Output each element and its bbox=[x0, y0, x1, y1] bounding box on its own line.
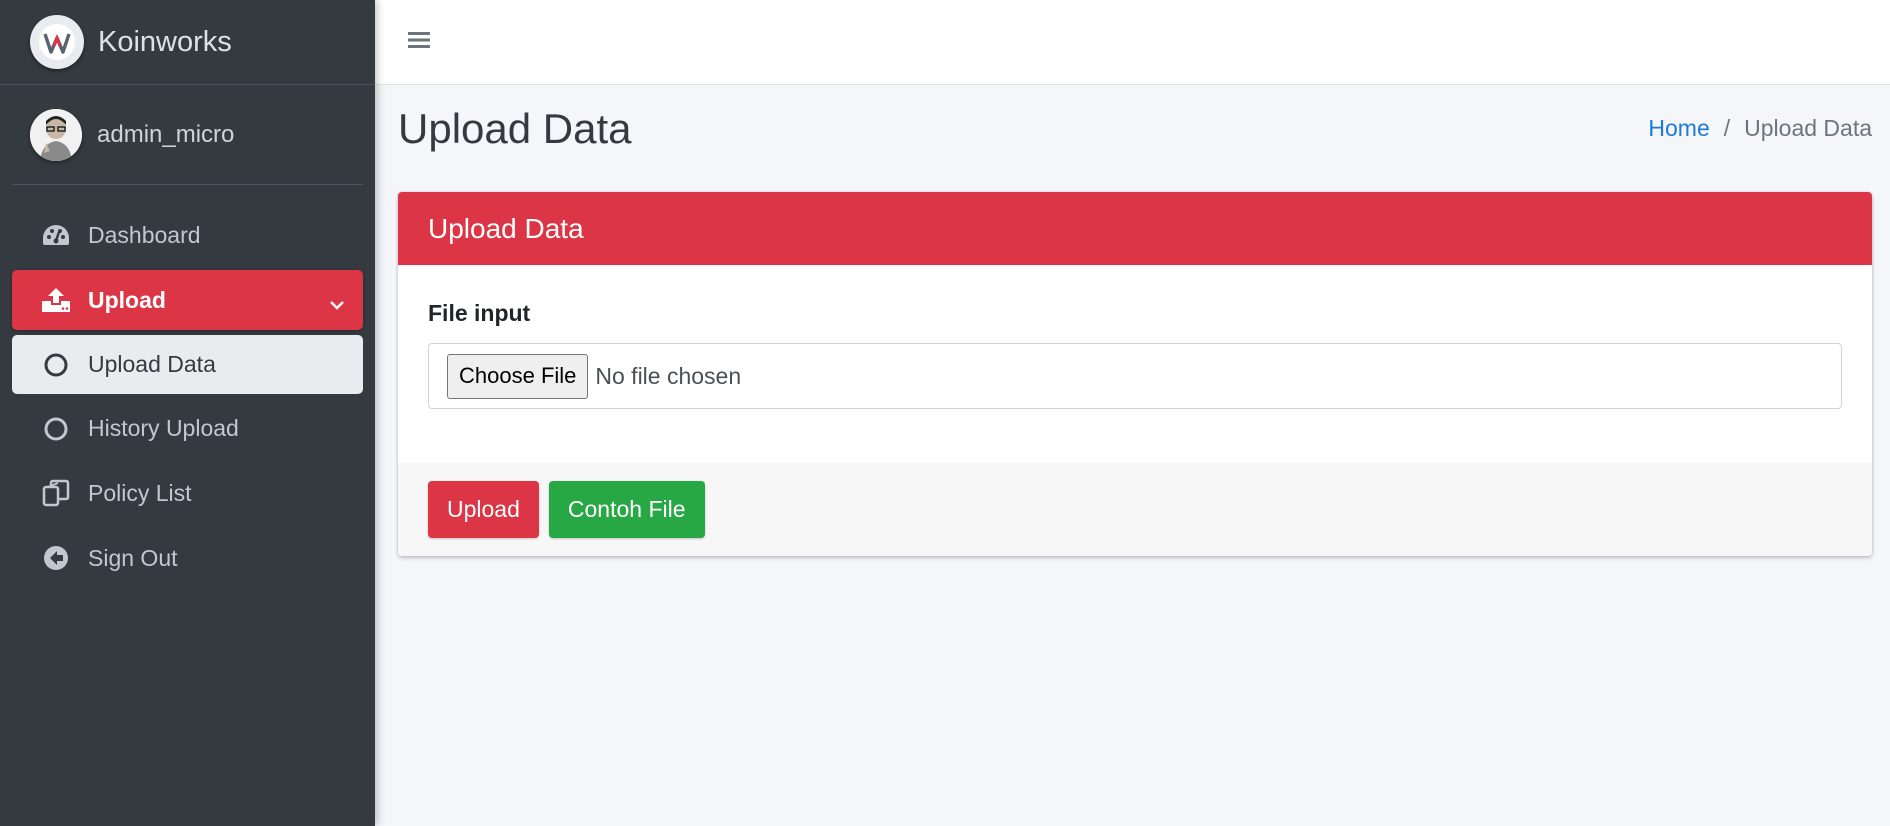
sidebar-item-upload-data[interactable]: Upload Data bbox=[12, 335, 363, 394]
hamburger-icon[interactable] bbox=[408, 30, 430, 55]
breadcrumb-home-link[interactable]: Home bbox=[1648, 115, 1709, 142]
main-sidebar: Koinworks admin_micro Dashboard Upload U… bbox=[0, 0, 375, 826]
top-navbar bbox=[375, 0, 1890, 85]
breadcrumb-current: Upload Data bbox=[1744, 115, 1872, 141]
tachometer-icon bbox=[40, 219, 72, 251]
arrow-circle-left-icon bbox=[40, 542, 72, 574]
breadcrumb-separator: / bbox=[1723, 115, 1731, 141]
user-name: admin_micro bbox=[97, 120, 235, 148]
brand-link[interactable]: Koinworks bbox=[0, 0, 375, 85]
brand-name: Koinworks bbox=[98, 25, 232, 58]
sidebar-item-dashboard[interactable]: Dashboard bbox=[12, 205, 363, 265]
avatar bbox=[30, 108, 82, 161]
breadcrumb: Home / Upload Data bbox=[1648, 115, 1872, 142]
koinworks-logo-icon bbox=[30, 15, 84, 69]
upload-card: Upload Data File input Choose File No fi… bbox=[398, 192, 1872, 556]
file-input-label: File input bbox=[428, 300, 531, 326]
file-status-text: No file chosen bbox=[595, 362, 742, 389]
circle-outline-icon bbox=[40, 413, 72, 445]
sidebar-item-policy-list[interactable]: Policy List bbox=[12, 463, 363, 523]
choose-file-button[interactable]: Choose File bbox=[447, 353, 589, 399]
chevron-down-icon bbox=[329, 290, 345, 317]
sidebar-item-label: Upload bbox=[88, 286, 166, 313]
sidebar-item-upload[interactable]: Upload bbox=[12, 270, 363, 330]
circle-outline-icon bbox=[40, 349, 72, 381]
sidebar-item-history-upload[interactable]: History Upload bbox=[12, 399, 363, 458]
card-footer: Upload Contoh File bbox=[398, 463, 1872, 556]
content-header: Upload Data Home / Upload Data bbox=[398, 105, 1872, 165]
upload-icon bbox=[40, 284, 72, 316]
sidebar-item-sign-out[interactable]: Sign Out bbox=[12, 528, 363, 588]
upload-button[interactable]: Upload bbox=[428, 481, 539, 538]
copy-icon bbox=[40, 477, 72, 509]
card-body: File input Choose File No file chosen bbox=[398, 265, 1872, 463]
card-title: Upload Data bbox=[398, 192, 1872, 265]
sample-file-button[interactable]: Contoh File bbox=[548, 481, 705, 538]
sidebar-item-label: Dashboard bbox=[88, 221, 201, 248]
sidebar-item-label: Policy List bbox=[88, 479, 192, 506]
sidebar-item-label: Upload Data bbox=[88, 351, 216, 377]
sidebar-item-label: History Upload bbox=[88, 415, 239, 441]
sidebar-item-label: Sign Out bbox=[88, 544, 178, 571]
sidebar-nav: Dashboard Upload Upload Data History Upl… bbox=[0, 185, 375, 588]
page-title: Upload Data bbox=[398, 105, 632, 152]
user-panel[interactable]: admin_micro bbox=[12, 85, 363, 185]
file-input[interactable]: Choose File No file chosen bbox=[428, 343, 1842, 409]
